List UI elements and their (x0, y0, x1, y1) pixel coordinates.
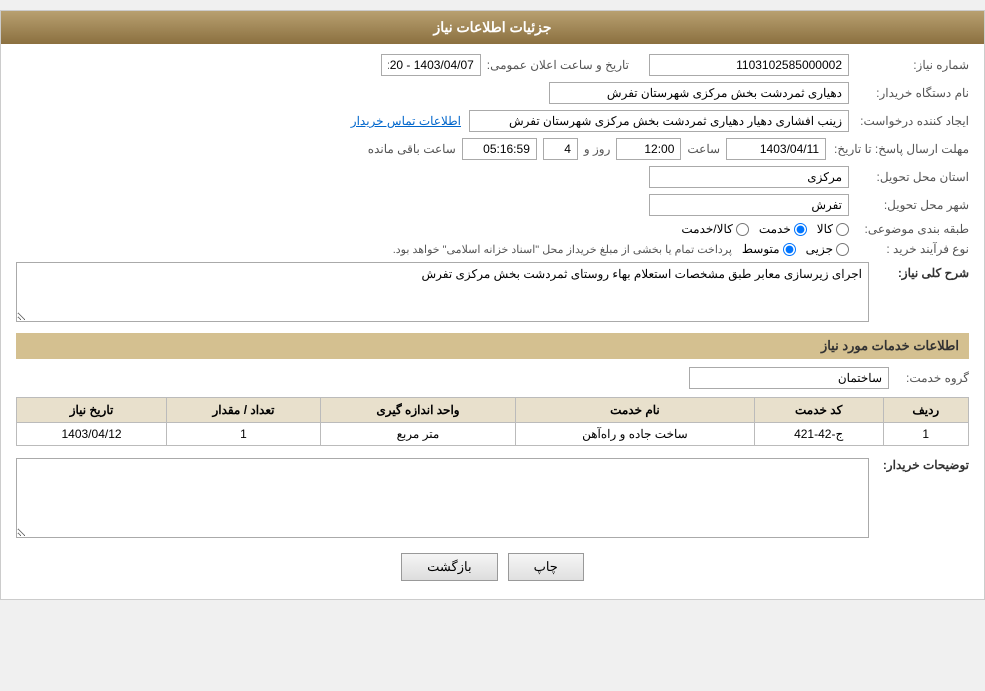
form-section: شماره نیاز: تاریخ و ساعت اعلان عمومی: نا… (16, 54, 969, 581)
sharh-niaz-textarea[interactable] (16, 262, 869, 322)
khadamat-table: ردیف کد خدمت نام خدمت واحد اندازه گیری ت… (16, 397, 969, 446)
tarikh-label: تاریخ و ساعت اعلان عمومی: (487, 58, 629, 72)
col-date: تاریخ نیاز (17, 398, 167, 423)
khadamat-section-header: اطلاعات خدمات مورد نیاز (16, 333, 969, 359)
mohlat-rooz-label: روز و (584, 142, 611, 156)
description-textarea[interactable] (16, 458, 869, 538)
table-body: 1ج-42-421ساخت جاده و راه‌آهنمتر مربع1140… (17, 423, 969, 446)
tabaqe-khadamat-radio[interactable] (794, 223, 807, 236)
mohlat-rooz-input[interactable] (543, 138, 578, 160)
khadamat-table-container: ردیف کد خدمت نام خدمت واحد اندازه گیری ت… (16, 397, 969, 446)
table-header: ردیف کد خدمت نام خدمت واحد اندازه گیری ت… (17, 398, 969, 423)
description-wrapper (16, 454, 869, 541)
tabaqe-radio-group: کالا خدمت کالا/خدمت (681, 222, 849, 236)
row-nam-dastgah: نام دستگاه خریدار: (16, 82, 969, 104)
col-code: کد خدمت (754, 398, 883, 423)
row-shomara: شماره نیاز: تاریخ و ساعت اعلان عمومی: (16, 54, 969, 76)
ijad-label: ایجاد کننده درخواست: (849, 114, 969, 128)
button-row: چاپ بازگشت (16, 553, 969, 581)
mohlat-date-input[interactable] (726, 138, 826, 160)
row-noe-farayand: نوع فرآیند خرید : جزیی متوسط پرداخت تمام… (16, 242, 969, 256)
contact-link[interactable]: اطلاعات تماس خریدار (351, 114, 461, 128)
group-label: گروه خدمت: (889, 371, 969, 385)
row-ostan: استان محل تحویل: (16, 166, 969, 188)
noe-jozyi-item: جزیی (806, 242, 849, 256)
mohlat-saat-input[interactable] (616, 138, 681, 160)
back-button[interactable]: بازگشت (401, 553, 497, 581)
noe-motavasset-radio[interactable] (783, 243, 796, 256)
print-button[interactable]: چاپ (508, 553, 584, 581)
shomara-niaz-input[interactable] (649, 54, 849, 76)
mohlat-label: مهلت ارسال پاسخ: تا تاریخ: (826, 142, 969, 156)
noe-jozyi-label: جزیی (806, 242, 833, 256)
tabaqe-kala-label: کالا (817, 222, 833, 236)
row-description: توضیحات خریدار: (16, 454, 969, 541)
ijad-input[interactable] (469, 110, 849, 132)
shomara-niaz-label: شماره نیاز: (849, 58, 969, 72)
page-title: جزئیات اطلاعات نیاز (433, 19, 551, 35)
ostan-label: استان محل تحویل: (849, 170, 969, 184)
mohlat-remaining-label: ساعت باقی مانده (368, 142, 456, 156)
tarikh-input[interactable] (381, 54, 481, 76)
tabaqe-kala-item: کالا (817, 222, 849, 236)
nam-dastgah-input[interactable] (549, 82, 849, 104)
row-sharh-niaz: شرح کلی نیاز: (16, 262, 969, 325)
row-mohlat: مهلت ارسال پاسخ: تا تاریخ: ساعت روز و سا… (16, 138, 969, 160)
noe-farayand-radio-group: جزیی متوسط (742, 242, 849, 256)
sharh-niaz-wrapper (16, 262, 869, 325)
noe-farayand-note: پرداخت تمام یا بخشی از مبلغ خریداز محل "… (393, 243, 732, 256)
shahr-input[interactable] (649, 194, 849, 216)
table-row: 1ج-42-421ساخت جاده و راه‌آهنمتر مربع1140… (17, 423, 969, 446)
row-shahr: شهر محل تحویل: (16, 194, 969, 216)
mohlat-saat-label: ساعت (687, 142, 720, 156)
page-header: جزئیات اطلاعات نیاز (1, 11, 984, 44)
mohlat-countdown-input[interactable] (462, 138, 537, 160)
row-ijad: ایجاد کننده درخواست: اطلاعات تماس خریدار (16, 110, 969, 132)
main-container: جزئیات اطلاعات نیاز شماره نیاز: تاریخ و … (0, 10, 985, 600)
sharh-niaz-label: شرح کلی نیاز: (869, 262, 969, 280)
content-area: شماره نیاز: تاریخ و ساعت اعلان عمومی: نا… (1, 44, 984, 599)
col-unit: واحد اندازه گیری (320, 398, 515, 423)
ostan-input[interactable] (649, 166, 849, 188)
col-name: نام خدمت (516, 398, 755, 423)
tabaqe-kala-khadamat-label: کالا/خدمت (681, 222, 732, 236)
description-label: توضیحات خریدار: (869, 454, 969, 472)
nam-dastgah-label: نام دستگاه خریدار: (849, 86, 969, 100)
tabaqe-khadamat-label: خدمت (759, 222, 791, 236)
noe-motavasset-item: متوسط (742, 242, 796, 256)
col-radif: ردیف (883, 398, 968, 423)
tabaqe-kala-khadamat-item: کالا/خدمت (681, 222, 748, 236)
col-count: تعداد / مقدار (167, 398, 321, 423)
tabaqe-label: طبقه بندی موضوعی: (849, 222, 969, 236)
group-input[interactable] (689, 367, 889, 389)
noe-farayand-label: نوع فرآیند خرید : (849, 242, 969, 256)
row-group-khadamat: گروه خدمت: (16, 367, 969, 389)
shahr-label: شهر محل تحویل: (849, 198, 969, 212)
tabaqe-khadamat-item: خدمت (759, 222, 807, 236)
noe-motavasset-label: متوسط (742, 242, 780, 256)
tabaqe-kala-radio[interactable] (836, 223, 849, 236)
noe-jozyi-radio[interactable] (836, 243, 849, 256)
row-tabaqe: طبقه بندی موضوعی: کالا خدمت کالا/خدمت (16, 222, 969, 236)
tabaqe-kala-khadamat-radio[interactable] (736, 223, 749, 236)
